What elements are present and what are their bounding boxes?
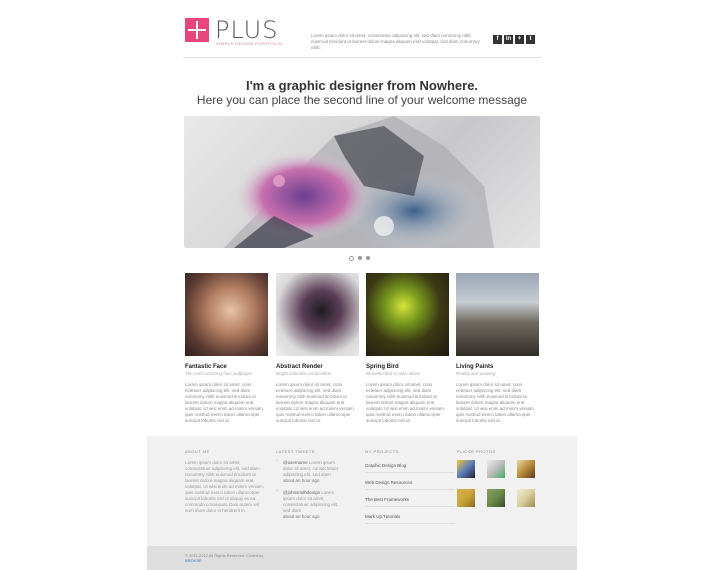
footer-tweets: LATEST TWEETS “ @username Lorem ipsum do… [276,449,361,526]
social-links: f in + t [493,35,535,44]
credit-link[interactable]: BROKSE [185,558,202,563]
project-link[interactable]: The Best Frameworks [365,494,455,507]
logo-text[interactable]: PLUS [215,16,278,44]
portfolio-subtitle: Reality and painting [456,371,496,376]
portfolio-thumbnail[interactable] [276,273,359,356]
header-intro: Lorem ipsum dolor sit amet, consectetur … [311,33,480,50]
portfolio-description: Lorem ipsum dolor sit amet, cons ectetue… [185,382,265,423]
linkedin-icon[interactable]: in [504,35,513,44]
logo-icon[interactable] [185,18,209,42]
footer-flickr: FLICKR PHOTOS [457,449,547,507]
footer: ABOUT ME Lorem ipsum dolor sit amet, con… [147,436,577,546]
portfolio-thumbnail[interactable] [456,273,539,356]
logo-tagline: SIMPLE DESIGN PORTFOLIO [216,41,283,46]
slider-pagination [349,256,370,261]
welcome-line-2: Here you can place the second line of yo… [196,93,528,107]
portfolio-subtitle: The most amazing face wallpaper [185,371,253,376]
footer-heading: FLICKR PHOTOS [457,449,496,454]
google-plus-icon[interactable]: + [515,35,524,44]
about-text: Lorem ipsum dolor sit amet, consectetuer… [185,460,265,513]
tweet-user[interactable]: @username [283,460,308,465]
flickr-photo[interactable] [457,460,475,478]
flickr-photo[interactable] [517,489,535,507]
portfolio-subtitle: Bright colourful composition [276,371,332,376]
flickr-photo[interactable] [487,460,505,478]
portfolio-item: Abstract Render Bright colourful composi… [276,273,359,424]
flickr-photo[interactable] [457,489,475,507]
facebook-icon[interactable]: f [493,35,502,44]
portfolio-title[interactable]: Fantastic Face [185,364,268,370]
slider-dot[interactable] [349,256,354,261]
flickr-grid [457,460,547,507]
tweet-item: “ @username Lorem ipsum dolor sit amet, … [276,460,361,484]
portfolio-item: Fantastic Face The most amazing face wal… [185,273,268,424]
portfolio-item: Spring Bird Beautiful bird in wild natur… [366,273,449,424]
hero-slider-image[interactable] [184,116,540,248]
hero-artwork [224,116,494,248]
quote-icon: “ [276,490,278,496]
slider-dot[interactable] [366,256,370,260]
header-divider [183,57,541,58]
flickr-photo[interactable] [487,489,505,507]
portfolio-description: Lorem ipsum dolor sit amet, cons ectetue… [366,382,446,423]
slider-dot[interactable] [358,256,362,260]
portfolio-subtitle: Beautiful bird in wild nature [366,371,421,376]
footer-projects: MY PROJECTS Graphic Design Blog Web Desi… [365,449,460,528]
project-link[interactable]: Graphic Design Blog [365,460,455,473]
quote-icon: “ [276,460,278,466]
footer-heading: ABOUT ME [185,449,210,454]
portfolio-thumbnail[interactable] [366,273,449,356]
copyright-text: © 2011-2012 All Rights Reserved. Coded b… [185,553,263,563]
tweet-time[interactable]: about an hour ago [283,478,320,483]
portfolio-title[interactable]: Living Paints [456,364,539,370]
portfolio-thumbnail[interactable] [185,273,268,356]
portfolio-title[interactable]: Spring Bird [366,364,449,370]
project-link[interactable]: Mark Up Tutorials [365,511,455,524]
flickr-photo[interactable] [517,460,535,478]
footer-about: ABOUT ME Lorem ipsum dolor sit amet, con… [185,449,265,514]
tweet-item: “ @johnsmithdesign Lorem ipsum dolor sit… [276,490,361,520]
footer-heading: MY PROJECTS [365,449,399,454]
twitter-icon[interactable]: t [526,35,535,44]
project-link[interactable]: Web Design Resources [365,477,455,490]
portfolio-description: Lorem ipsum dolor sit amet, cons ectetue… [276,382,356,423]
tweet-user[interactable]: @johnsmithdesign [283,490,320,495]
footer-heading: LATEST TWEETS [276,449,315,454]
tweet-time[interactable]: about an hour ago [283,514,320,519]
portfolio-item: Living Paints Reality and painting Lorem… [456,273,539,424]
portfolio-description: Lorem ipsum dolor sit amet, cons ectetue… [456,382,536,423]
copyright-bar: © 2011-2012 All Rights Reserved. Coded b… [147,546,577,570]
portfolio-title[interactable]: Abstract Render [276,364,359,370]
welcome-line-1: I'm a graphic designer from Nowhere. [245,78,479,93]
